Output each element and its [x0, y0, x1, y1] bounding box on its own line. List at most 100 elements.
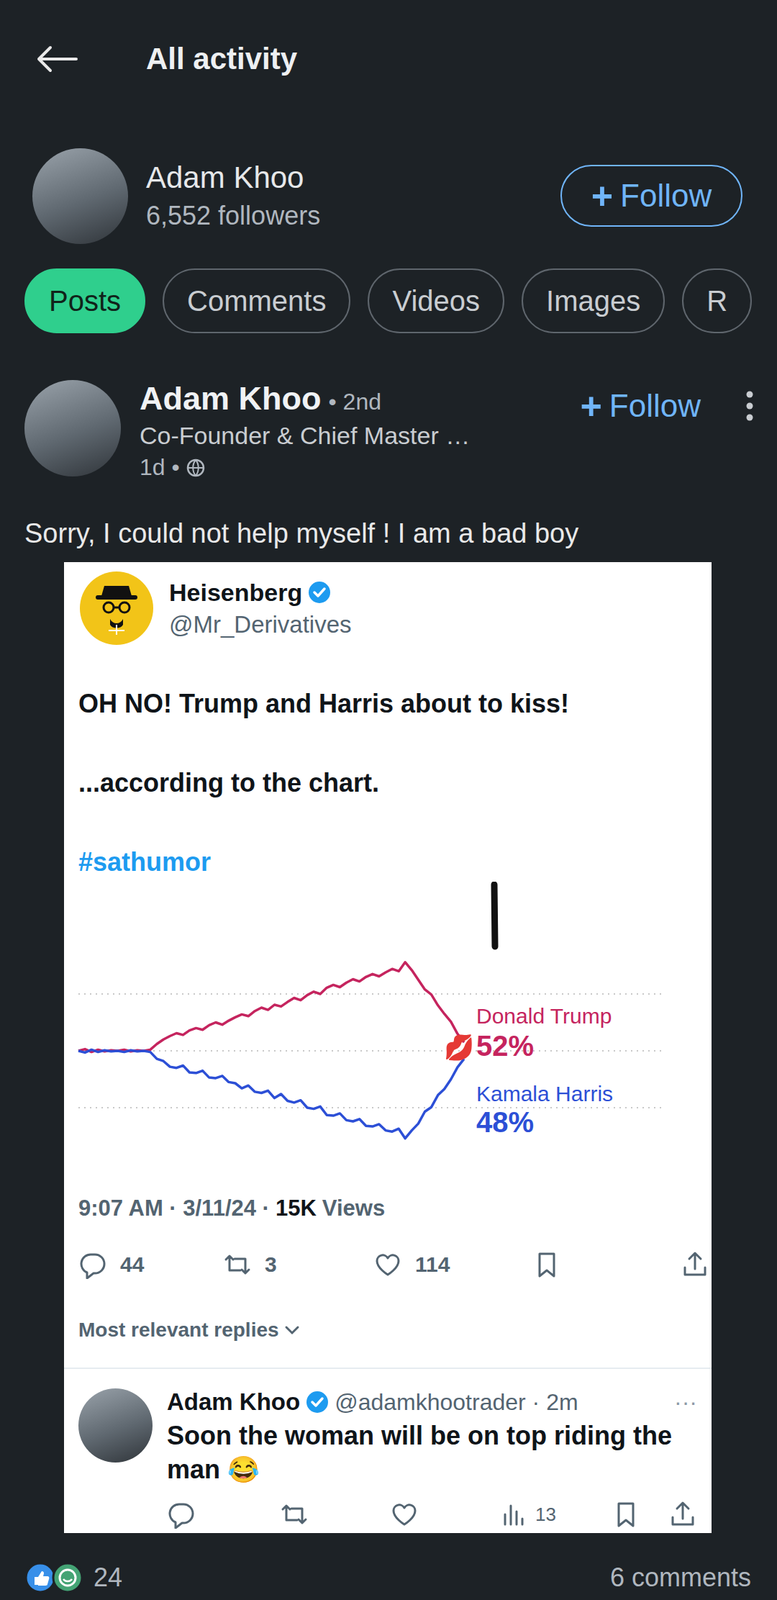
- heart-icon[interactable]: [389, 1499, 419, 1529]
- post-follow-button[interactable]: +Follow: [579, 387, 701, 425]
- grid-line: [78, 1106, 663, 1108]
- tweet-time: 9:07 AM · 3/11/24 ·: [78, 1192, 270, 1224]
- views-icon[interactable]: [499, 1499, 529, 1529]
- back-arrow-icon-part: [34, 44, 80, 74]
- more-options-icon[interactable]: [743, 388, 756, 424]
- author-headline: Co-Founder & Chief Master …: [139, 421, 580, 450]
- bookmark-icon[interactable]: [611, 1499, 641, 1529]
- repost-icon-part-part: [282, 1505, 306, 1523]
- heisenberg-avatar-icon-part-part: [113, 606, 120, 609]
- share-icon-part: [668, 1499, 698, 1529]
- comment-count[interactable]: 6 comments: [610, 1561, 752, 1593]
- replies-filter-label: Most relevant replies: [78, 1315, 280, 1344]
- verified-icon-part-part: [312, 1397, 323, 1406]
- globe-icon-part-part: [187, 459, 204, 476]
- reactions-icon-part: [24, 1561, 85, 1593]
- tweet-screenshot: Heisenberg@Mr_DerivativesOH NO! Trump an…: [64, 561, 712, 1533]
- reply-action[interactable]: 44: [78, 1249, 224, 1279]
- heisenberg-avatar-icon-part: [79, 571, 154, 645]
- reply-comment[interactable]: [166, 1499, 280, 1529]
- more-options-icon-part-part: [746, 391, 754, 398]
- series-line: [78, 961, 465, 1052]
- comment-icon[interactable]: [78, 1249, 108, 1279]
- reactions-icon-part-part: [63, 1578, 72, 1581]
- comment-icon-part-part: [81, 1253, 105, 1278]
- verified-icon: [305, 1389, 329, 1413]
- heisenberg-avatar-icon-part-part: [119, 602, 130, 613]
- follow-button[interactable]: +Follow: [560, 164, 743, 227]
- reaction-count[interactable]: 24: [93, 1561, 123, 1593]
- bookmark-icon-part: [532, 1249, 562, 1279]
- repost-icon[interactable]: [223, 1249, 252, 1279]
- heart-icon-part: [373, 1249, 403, 1279]
- profile-avatar[interactable]: [32, 148, 129, 244]
- author-name[interactable]: Adam Khoo: [139, 379, 322, 418]
- reply-name: Adam Khoo: [166, 1387, 301, 1416]
- reply-like[interactable]: [389, 1499, 500, 1529]
- comment-icon[interactable]: [166, 1499, 196, 1529]
- replies-filter[interactable]: Most relevant replies: [64, 1315, 712, 1344]
- more-options-icon-part-part: [746, 414, 754, 421]
- reply-repost[interactable]: [279, 1499, 390, 1529]
- follow-label: Follow: [620, 177, 712, 214]
- tweet-subline: ...according to the chart.: [64, 763, 712, 803]
- heisenberg-avatar-icon-part-part: [103, 602, 114, 613]
- reply-actions: 13: [166, 1495, 698, 1532]
- author-line: Adam Khoo• 2nd: [139, 379, 580, 418]
- reply-share[interactable]: [668, 1499, 698, 1529]
- profile-row: Adam Khoo6,552 followers+Follow: [0, 146, 777, 245]
- heisenberg-avatar-icon-part-part: [95, 594, 138, 600]
- reply-content: Adam Khoo@adamkhootrader · 2m···Soon the…: [166, 1387, 712, 1532]
- filter-tab[interactable]: Videos: [367, 268, 505, 334]
- reactions-icon-part-part: [34, 1570, 49, 1585]
- bookmark-icon-part-part: [539, 1253, 554, 1276]
- grid-line: [78, 1049, 663, 1052]
- post-footer: 24 6 comments: [0, 1554, 777, 1600]
- heart-icon-part: [389, 1499, 419, 1529]
- post-header: Adam Khoo• 2nd Co-Founder & Chief Master …: [0, 379, 777, 481]
- author-avatar[interactable]: [24, 379, 121, 477]
- follow-label: Follow: [609, 387, 701, 424]
- tweet-handle: @Mr_Derivatives: [169, 610, 352, 639]
- reactions-icon-part-part: [59, 1569, 76, 1585]
- more-options-icon-part-part: [746, 402, 754, 410]
- reply-views[interactable]: 13: [499, 1499, 612, 1529]
- reply-item: Adam Khoo@adamkhootrader · 2m···Soon the…: [64, 1368, 712, 1532]
- back-arrow-icon[interactable]: [34, 44, 80, 74]
- bookmark-icon[interactable]: [532, 1249, 562, 1279]
- series-name: Donald Trump: [476, 1003, 612, 1029]
- tweet-hashtag: #sathumor: [64, 842, 712, 882]
- filter-tab[interactable]: R: [682, 268, 752, 334]
- verified-icon: [307, 580, 331, 604]
- heisenberg-avatar-icon-part-part: [108, 624, 125, 635]
- odds-chart: Donald Trump52%Kamala Harris48%💋: [64, 881, 712, 1148]
- repost-icon-part: [279, 1499, 309, 1529]
- profile-name[interactable]: Adam Khoo: [146, 160, 561, 195]
- filter-tab[interactable]: Comments: [162, 268, 351, 334]
- share-icon[interactable]: [668, 1499, 698, 1529]
- share-icon[interactable]: [680, 1249, 710, 1279]
- heart-icon[interactable]: [373, 1249, 403, 1279]
- reply-avatar: [78, 1387, 153, 1462]
- share-icon-part: [680, 1249, 710, 1279]
- bookmark-action[interactable]: [532, 1249, 681, 1279]
- heisenberg-avatar-icon-part-part: [79, 571, 154, 645]
- chevron-down-icon-part: [283, 1320, 301, 1339]
- reply-bookmark[interactable]: [611, 1499, 669, 1529]
- like-action[interactable]: 114: [373, 1249, 533, 1279]
- bookmark-icon-part: [611, 1499, 641, 1529]
- reply-more[interactable]: ···: [674, 1388, 698, 1416]
- verified-icon-part-part: [314, 588, 325, 596]
- filter-tab[interactable]: Posts: [24, 268, 146, 334]
- chevron-down-icon: [283, 1320, 301, 1339]
- filter-tab[interactable]: Images: [521, 268, 665, 334]
- share-action[interactable]: [680, 1249, 710, 1279]
- reply-text: Soon the woman will be on top riding the…: [166, 1418, 698, 1486]
- reply-header: Adam Khoo@adamkhootrader · 2m···: [166, 1387, 698, 1416]
- repost-action[interactable]: 3: [223, 1249, 374, 1279]
- repost-icon[interactable]: [279, 1499, 309, 1529]
- reactions-icon[interactable]: [24, 1561, 85, 1593]
- verified-icon-part-part: [308, 581, 331, 603]
- verified-icon-part: [305, 1389, 329, 1413]
- globe-icon-part-part: [187, 459, 204, 476]
